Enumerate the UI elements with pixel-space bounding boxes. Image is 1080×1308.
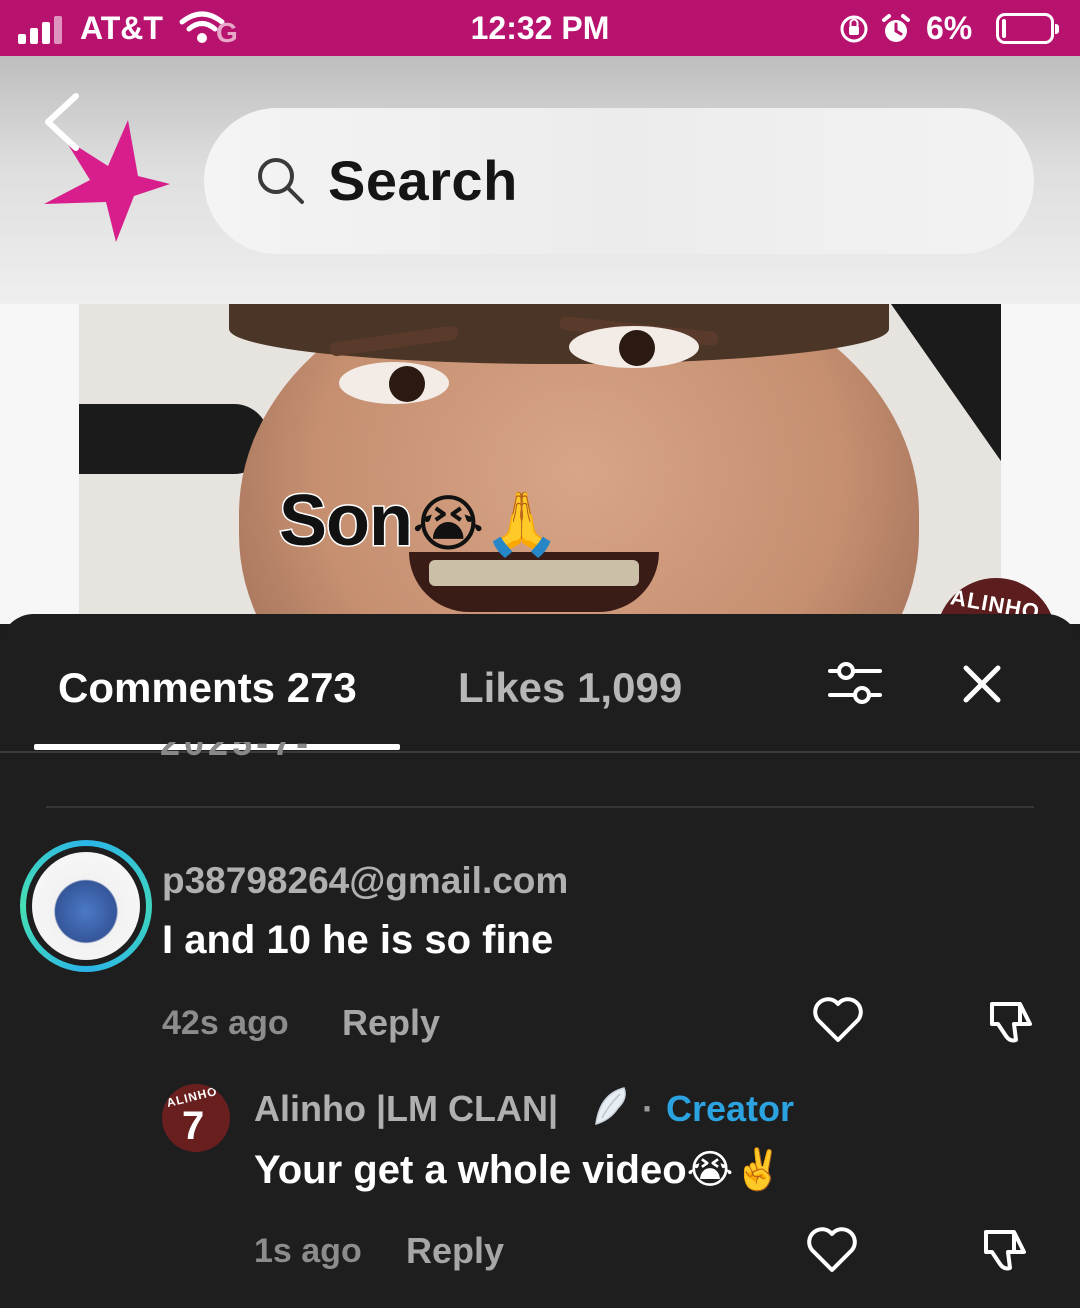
caption-emoji: 😭🙏 [411, 490, 561, 559]
search-input[interactable]: Search [204, 108, 1034, 254]
avatar[interactable]: ALINHO 7 [162, 1084, 230, 1152]
tab-likes-count: 1,099 [577, 664, 683, 711]
comments-sheet: Comments 273 Likes 1,099 2025-7-28 p3879… [0, 614, 1080, 1308]
search-placeholder: Search [328, 149, 518, 212]
reply-text-emoji: 😭✌️ [686, 1148, 784, 1192]
back-chevron-icon[interactable] [40, 92, 86, 154]
reply-button[interactable]: Reply [406, 1230, 504, 1272]
dislike-icon[interactable] [986, 996, 1036, 1046]
video-eye [339, 362, 449, 404]
status-icons [838, 12, 912, 46]
tab-comments-count: 273 [286, 664, 357, 711]
filter-sliders-icon[interactable] [826, 658, 884, 708]
orientation-lock-icon [840, 15, 868, 43]
reply-text-body: Your get a whole video [254, 1148, 687, 1192]
stitch-avatar [32, 852, 140, 960]
comment-text: I and 10 he is so fine [162, 918, 554, 962]
battery-percentage: 6% [926, 10, 973, 46]
comment-divider [46, 806, 1034, 808]
video-background-stripe [79, 404, 269, 474]
cellular-signal-icon [18, 14, 66, 44]
alarm-icon [882, 14, 910, 42]
status-time: 12:32 PM [470, 10, 610, 46]
battery-icon [996, 13, 1059, 44]
angel-wing-icon [595, 1087, 626, 1126]
video-player[interactable]: Son😭🙏 [79, 304, 1001, 624]
wifi-calling-icon: G [179, 11, 238, 46]
carrier-name: AT&T [80, 10, 163, 46]
comment-timestamp: 42s ago [162, 1004, 289, 1042]
status-bar: AT&T G 12:32 PM 6% [0, 0, 1080, 56]
creator-badge: Creator [666, 1088, 795, 1129]
avatar-number: 7 [182, 1104, 205, 1148]
search-icon [258, 158, 304, 204]
reply-username[interactable]: Alinho |LM CLAN| [254, 1088, 558, 1130]
tab-likes-label: Likes [458, 664, 566, 711]
avatar[interactable] [20, 840, 152, 972]
heart-icon[interactable] [812, 996, 864, 1044]
reply-timestamp: 1s ago [254, 1232, 362, 1270]
svg-text:G: G [216, 17, 238, 46]
reply-button[interactable]: Reply [342, 1002, 440, 1044]
comment-username[interactable]: p38798264@gmail.com [162, 860, 568, 902]
scrolled-content-peek: 2025-7-28 [160, 742, 360, 762]
video-caption: Son😭🙏 [278, 480, 561, 563]
heart-icon[interactable] [806, 1226, 858, 1274]
caption-text: Son [278, 480, 415, 563]
tab-comments[interactable]: Comments 273 [58, 664, 357, 712]
tab-comments-label: Comments [58, 664, 276, 711]
search-header: Search [0, 56, 1080, 304]
reply-text: Your get a whole video😭✌️ [254, 1146, 783, 1193]
close-icon[interactable] [958, 660, 1006, 708]
separator-dot: · [642, 1088, 654, 1129]
video-eye [569, 326, 699, 368]
tab-likes[interactable]: Likes 1,099 [458, 664, 682, 712]
dislike-icon[interactable] [980, 1224, 1030, 1274]
